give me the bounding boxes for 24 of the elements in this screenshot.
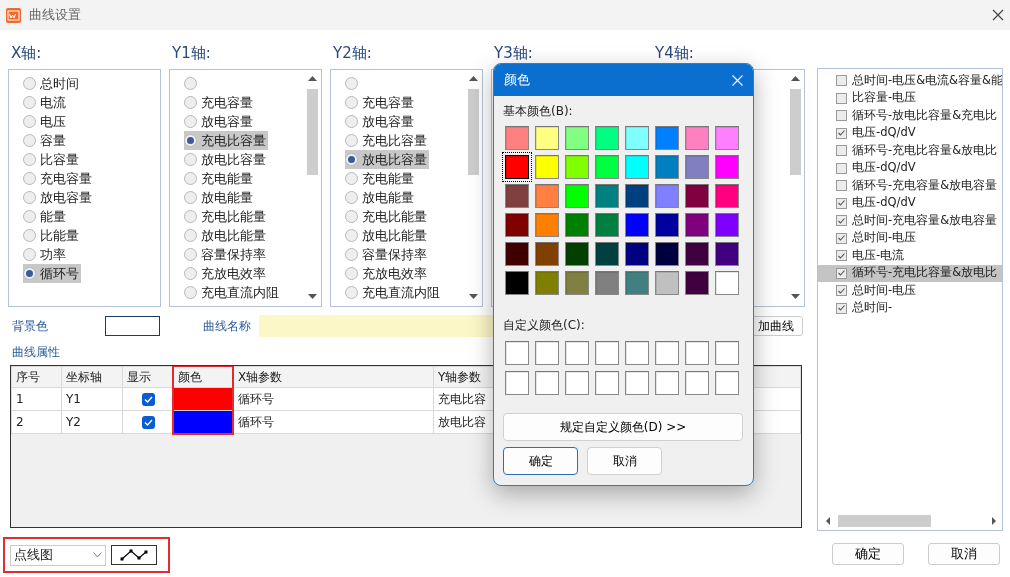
section-title: 曲线属性 <box>12 345 60 361</box>
table-cell: 循环号 <box>238 414 274 429</box>
axis-label: X轴: <box>10 44 42 64</box>
column-header: X轴参数 <box>233 366 434 388</box>
table-cell: 充电比容 <box>438 391 486 406</box>
custom-colors-label: 自定义颜色(C): <box>503 318 585 333</box>
column-header: 序号 <box>11 366 62 388</box>
table-cell: Y2 <box>66 414 81 429</box>
table-cell: 循环号 <box>238 391 274 406</box>
table-cell: 1 <box>16 391 24 406</box>
table-cell: 放电比容 <box>438 414 486 429</box>
table-cell: Y1 <box>66 391 81 406</box>
axis-label: Y3轴: <box>493 44 533 64</box>
curve-name-label: 曲线名称 <box>203 318 252 334</box>
axis-label: Y2轴: <box>332 44 372 64</box>
table-cell: 2 <box>16 414 24 429</box>
axis-label: Y4轴: <box>654 44 694 64</box>
column-header: 显示 <box>122 366 174 388</box>
dialog-title: 颜色 <box>504 72 530 88</box>
axis-label: Y1轴: <box>171 44 211 64</box>
basic-colors-label: 基本颜色(B): <box>503 104 573 119</box>
background-color-label: 背景色 <box>12 318 49 334</box>
window-title: 曲线设置 <box>29 7 81 23</box>
column-header: 坐标轴 <box>61 366 123 388</box>
